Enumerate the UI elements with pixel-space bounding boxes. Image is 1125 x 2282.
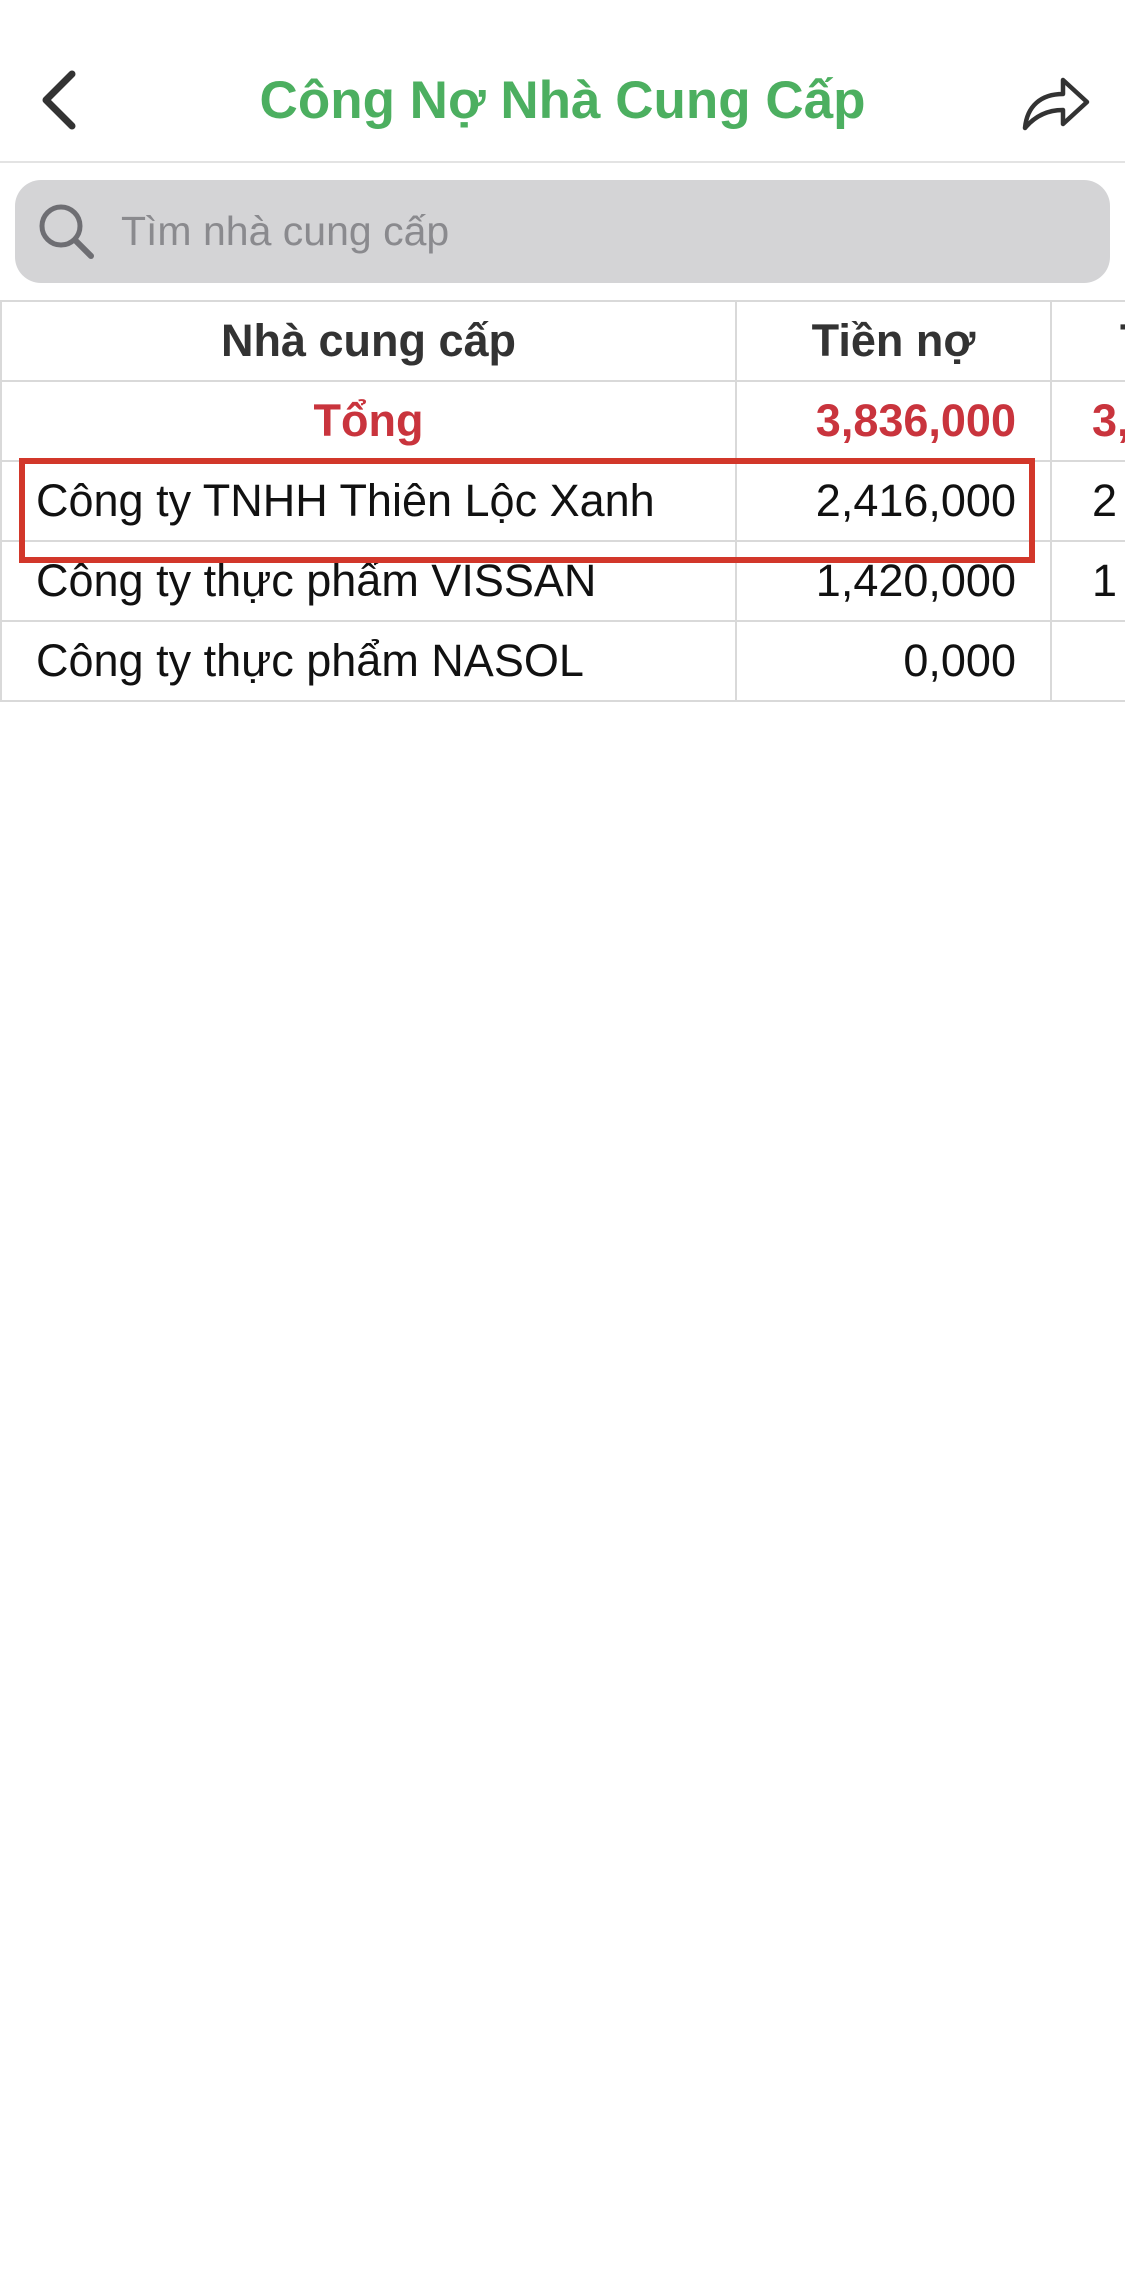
supplier-name: Công ty thực phẩm VISSAN	[0, 540, 737, 622]
supplier-name: Công ty thực phẩm NASOL	[0, 620, 737, 702]
supplier-debt: 2,416,000	[735, 460, 1052, 542]
search-icon	[39, 204, 94, 259]
nav-bar: Công Nợ Nhà Cung Cấp	[0, 0, 1125, 163]
page-title: Công Nợ Nhà Cung Cấp	[259, 70, 866, 130]
back-button[interactable]	[30, 60, 90, 140]
table-row[interactable]: Công ty TNHH Thiên Lộc Xanh 2,416,000 2	[0, 460, 1125, 542]
table-row[interactable]: Công ty thực phẩm NASOL 0,000	[0, 620, 1125, 702]
total-extra: 3,	[1050, 380, 1125, 462]
search-bar	[15, 180, 1110, 283]
table-row[interactable]: Công ty thực phẩm VISSAN 1,420,000 1	[0, 540, 1125, 622]
total-debt: 3,836,000	[735, 380, 1052, 462]
table-header-row: Nhà cung cấp Tiền nợ T	[0, 300, 1125, 382]
supplier-debt-table: Nhà cung cấp Tiền nợ T Tổng 3,836,000 3,…	[0, 300, 1125, 720]
chevron-left-icon	[42, 70, 76, 130]
supplier-extra: 2	[1050, 460, 1125, 542]
header-extra[interactable]: T	[1050, 300, 1125, 382]
header-debt[interactable]: Tiền nợ	[735, 300, 1052, 382]
header-supplier[interactable]: Nhà cung cấp	[0, 300, 737, 382]
supplier-debt: 1,420,000	[735, 540, 1052, 622]
search-input[interactable]	[105, 180, 1085, 283]
total-row: Tổng 3,836,000 3,	[0, 380, 1125, 462]
share-arrow-icon	[1022, 77, 1090, 131]
supplier-extra	[1050, 620, 1125, 702]
supplier-debt: 0,000	[735, 620, 1052, 702]
supplier-extra: 1	[1050, 540, 1125, 622]
share-button[interactable]	[1015, 62, 1095, 142]
supplier-name: Công ty TNHH Thiên Lộc Xanh	[0, 460, 737, 542]
total-label: Tổng	[0, 380, 737, 462]
